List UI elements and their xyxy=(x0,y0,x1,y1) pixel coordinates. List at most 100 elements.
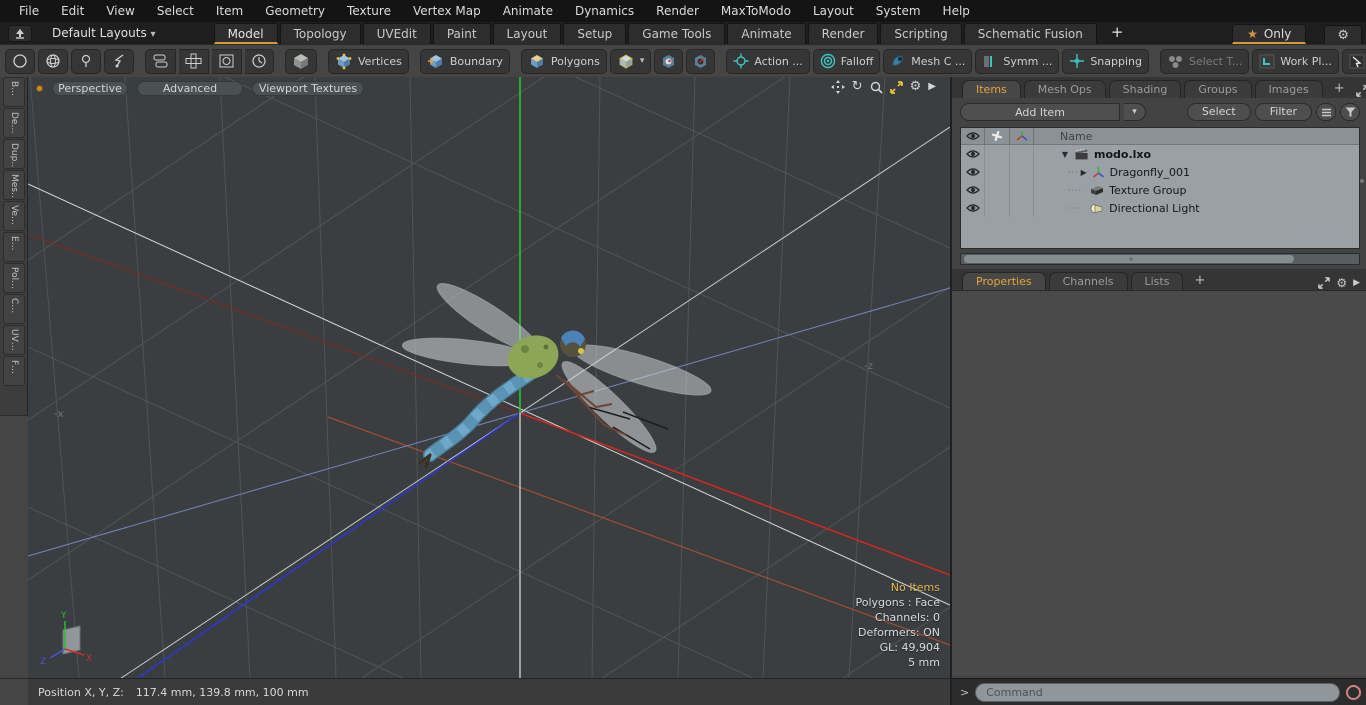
uv-region-tool-button[interactable] xyxy=(212,48,242,74)
menu-help[interactable]: Help xyxy=(932,4,981,18)
visibility-toggle[interactable] xyxy=(961,181,985,199)
menu-layout[interactable]: Layout xyxy=(802,4,865,18)
tab-items[interactable]: Items xyxy=(962,80,1021,98)
visibility-column-header[interactable] xyxy=(961,128,985,144)
panel-gear-icon[interactable]: ⚙ xyxy=(1336,276,1347,290)
tree-row-directional-light[interactable]: ···· Directional Light xyxy=(961,199,1359,217)
left-tool-curves[interactable]: C… xyxy=(3,294,25,324)
lasso-tool-button[interactable] xyxy=(104,48,134,74)
tree-item-label[interactable]: modo.lxo xyxy=(1094,148,1151,161)
menu-item[interactable]: Item xyxy=(205,4,254,18)
tab-render[interactable]: Render xyxy=(807,23,879,44)
menu-render[interactable]: Render xyxy=(645,4,710,18)
add-properties-tab-button[interactable]: + xyxy=(1186,271,1213,290)
tab-game-tools[interactable]: Game Tools xyxy=(628,23,726,44)
menu-texture[interactable]: Texture xyxy=(336,4,402,18)
work-plane-button[interactable]: Work Pl... xyxy=(1252,48,1339,74)
axis-column-header[interactable] xyxy=(1010,128,1034,144)
select-button[interactable]: Select xyxy=(1186,103,1251,121)
scrollbar-thumb[interactable] xyxy=(964,255,1294,263)
left-tool-mesh-edit[interactable]: Mes… xyxy=(3,170,25,200)
tree-item-label[interactable]: Directional Light xyxy=(1109,202,1199,215)
tab-uvedit[interactable]: UVEdit xyxy=(362,23,431,44)
visibility-toggle[interactable] xyxy=(961,199,985,217)
time-tool-button[interactable] xyxy=(245,48,274,74)
polygons-mode-button[interactable]: Polygons xyxy=(520,48,607,74)
pan-icon[interactable] xyxy=(830,80,845,94)
menu-dynamics[interactable]: Dynamics xyxy=(564,4,645,18)
expand-panel-icon[interactable] xyxy=(1318,277,1331,289)
tree-vertical-scrollbar[interactable] xyxy=(1359,127,1365,249)
left-tool-duplicate[interactable]: Dup… xyxy=(3,139,25,169)
dragonfly-model[interactable] xyxy=(401,274,715,469)
tree-row-dragonfly[interactable]: ··· ▶ Dragonfly_001 xyxy=(961,163,1359,181)
only-toggle-button[interactable]: ★ Only xyxy=(1232,24,1307,44)
lock-column-header[interactable] xyxy=(985,128,1010,144)
add-item-dropdown-button[interactable]: ▾ xyxy=(1124,103,1146,121)
add-layout-tab-button[interactable]: + xyxy=(1099,23,1136,44)
tab-scripting[interactable]: Scripting xyxy=(880,23,962,44)
filter-funnel-button[interactable] xyxy=(1340,103,1360,121)
tab-paint[interactable]: Paint xyxy=(432,23,491,44)
tab-setup[interactable]: Setup xyxy=(563,23,627,44)
falloff-button[interactable]: Falloff xyxy=(812,48,881,74)
menu-maxtomodo[interactable]: MaxToModo xyxy=(710,4,802,18)
selection-sets-button[interactable]: Selecti ... xyxy=(1341,48,1366,74)
tab-schematic-fusion[interactable]: Schematic Fusion xyxy=(963,23,1097,44)
action-center-button[interactable]: Action ... xyxy=(726,48,810,74)
menu-select[interactable]: Select xyxy=(146,4,205,18)
panel-menu-arrow-icon[interactable]: ▶ xyxy=(1353,278,1360,288)
tab-properties[interactable]: Properties xyxy=(962,272,1046,290)
left-tool-deform[interactable]: De… xyxy=(3,108,25,138)
viewport-canvas[interactable]: -x -z Y X Z xyxy=(28,77,950,678)
pivot-mode-button[interactable] xyxy=(686,48,716,74)
expand-arrow-icon[interactable]: ▶ xyxy=(1079,168,1089,177)
layout-settings-button[interactable]: ⚙ xyxy=(1324,25,1362,44)
sphere-tool-button[interactable] xyxy=(38,48,68,74)
boundary-mode-button[interactable]: Boundary xyxy=(419,48,510,74)
viewport-mode-button[interactable]: Perspective xyxy=(52,80,128,96)
tab-lists[interactable]: Lists xyxy=(1130,272,1184,290)
clone-tool-button[interactable] xyxy=(145,48,176,74)
tab-model[interactable]: Model xyxy=(213,23,278,44)
viewport-3d[interactable]: -x -z Y X Z Perspective Advanced Viewpor… xyxy=(28,77,950,678)
pin-tool-button[interactable] xyxy=(71,48,101,74)
left-tool-edge[interactable]: E… xyxy=(3,232,25,262)
tab-channels[interactable]: Channels xyxy=(1048,272,1128,290)
add-item-tab-button[interactable]: + xyxy=(1326,79,1353,98)
viewport-menu-arrow-icon[interactable]: ▶ xyxy=(928,80,936,94)
tree-horizontal-scrollbar[interactable] xyxy=(960,253,1360,265)
zoom-icon[interactable] xyxy=(870,81,883,94)
tree-row-texture-group[interactable]: ···· Texture Group xyxy=(961,181,1359,199)
viewport-settings-gear-icon[interactable]: ⚙ xyxy=(910,80,922,94)
menu-geometry[interactable]: Geometry xyxy=(254,4,336,18)
left-tool-polygon[interactable]: Pol… xyxy=(3,263,25,293)
menu-system[interactable]: System xyxy=(865,4,932,18)
list-options-button[interactable] xyxy=(1316,103,1336,121)
tab-images[interactable]: Images xyxy=(1254,80,1323,98)
mesh-constraint-button[interactable]: Mesh C ... xyxy=(883,48,973,74)
filter-button[interactable]: Filter xyxy=(1254,103,1312,121)
left-tool-vertex[interactable]: Ve… xyxy=(3,201,25,231)
ghost-mode-button[interactable] xyxy=(285,48,317,74)
name-column-header[interactable]: Name xyxy=(1034,130,1359,143)
visibility-toggle[interactable] xyxy=(961,163,985,181)
tab-layout[interactable]: Layout xyxy=(492,23,562,44)
menu-file[interactable]: File xyxy=(8,4,50,18)
viewport-textures-button[interactable]: Viewport Textures xyxy=(252,80,364,96)
left-tool-falloff[interactable]: F… xyxy=(3,356,25,386)
orbit-icon[interactable]: ↻ xyxy=(852,80,863,94)
tab-mesh-ops[interactable]: Mesh Ops xyxy=(1023,80,1106,98)
left-tool-basic[interactable]: B… xyxy=(3,77,25,107)
unwrap-tool-button[interactable] xyxy=(179,48,209,74)
maximize-icon[interactable] xyxy=(889,80,903,94)
viewport-state-dot[interactable] xyxy=(36,84,43,92)
collapse-arrow-icon[interactable]: ▼ xyxy=(1060,150,1070,159)
viewport-shading-button[interactable]: Advanced xyxy=(137,80,243,96)
symmetry-button[interactable]: Symm ... xyxy=(975,48,1060,74)
menu-view[interactable]: View xyxy=(95,4,145,18)
tree-item-label[interactable]: Texture Group xyxy=(1109,184,1186,197)
center-mode-button[interactable] xyxy=(654,48,684,74)
command-input[interactable] xyxy=(975,682,1340,702)
menu-vertex-map[interactable]: Vertex Map xyxy=(402,4,492,18)
